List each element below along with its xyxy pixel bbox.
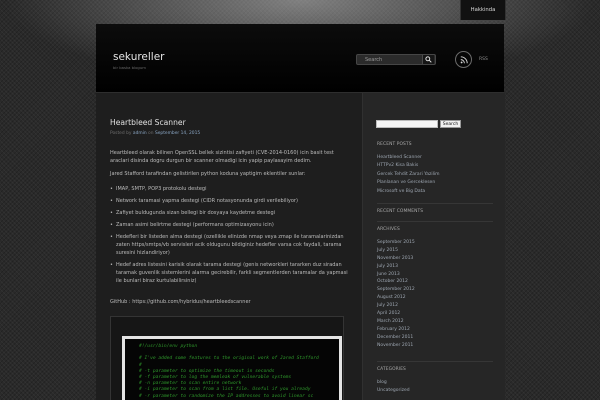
category-link[interactable]: Uncategorized [377,387,495,395]
site-header: sekureller bir baska blogum RSS [96,24,504,93]
nav-item-about-label: Hakkinda [470,7,496,13]
header-search-box [356,54,436,65]
archive-link[interactable]: August 2012 [377,294,495,302]
header-search-button[interactable] [422,55,434,64]
divider [377,203,493,204]
archive-link[interactable]: July 2015 [377,247,495,255]
code-block: #!/usr/bin/env python ​ # I've added som… [125,339,339,400]
categories-heading: CATEGORIES [377,367,406,372]
archive-link[interactable]: June 2013 [377,271,495,279]
archive-link[interactable]: April 2012 [377,310,495,318]
post-intro-2: Jared Stafford tarafindan gelistirilen p… [110,171,306,177]
post-date-link[interactable]: September 14, 2015 [155,131,200,136]
nav-item-about[interactable]: Hakkinda [460,0,506,20]
list-item: IMAP, SMTP, POP3 protokolu destegi [110,185,350,193]
site-title[interactable]: sekureller [113,51,165,63]
archive-link[interactable]: December 2011 [377,334,495,342]
sidebar-search-button[interactable]: Search [440,120,461,128]
list-item: Hedefleri bir listeden alma destegi (oze… [110,233,350,257]
archive-link[interactable]: July 2013 [377,263,495,271]
archive-link[interactable]: October 2012 [377,278,495,286]
divider [377,361,493,362]
post-intro: Heartbleed olarak bilinen OpenSSL bellek… [110,150,334,165]
code-line: # -r parameter to randomize the IP addre… [139,393,314,399]
post-author-link[interactable]: admin [133,131,147,136]
post-meta: Posted by admin on September 14, 2015 [110,131,200,136]
archive-link[interactable]: November 2013 [377,255,495,263]
categories-list: blog Uncategorized [377,379,495,396]
archives-list: September 2015 July 2015 November 2013 J… [377,239,495,349]
search-icon [425,56,432,63]
recent-posts-list: Heartbleed Scanner HTTPv2 Kisa Bakis Ger… [377,154,495,196]
github-link[interactable]: GitHub : https://github.com/hybridus/hea… [110,298,346,306]
archive-link[interactable]: September 2015 [377,239,495,247]
list-item: Zafiyet buldugunda sizan bellegi bir dos… [110,209,350,217]
recent-post-link[interactable]: Gercek Tehdit Zarari Yazilim [377,171,495,179]
post-meta-prefix: Posted by [110,131,132,136]
archive-link[interactable]: November 2011 [377,342,495,350]
rss-icon [460,55,468,63]
archive-link[interactable]: February 2012 [377,326,495,334]
list-item: Zaman asimi belirtme destegi (performans… [110,221,350,229]
divider [377,221,493,222]
archive-link[interactable]: September 2012 [377,286,495,294]
recent-post-link[interactable]: Heartbleed Scanner [377,154,495,162]
features-list: IMAP, SMTP, POP3 protokolu destegi Netwo… [110,185,350,289]
archive-link[interactable]: March 2012 [377,318,495,326]
header-search-input[interactable] [357,55,423,64]
post-title[interactable]: Heartbleed Scanner [110,118,186,127]
rss-button[interactable] [455,51,472,68]
recent-comments-heading: RECENT COMMENTS [377,209,424,214]
archive-link[interactable]: July 2012 [377,302,495,310]
rss-link[interactable]: RSS [479,57,488,62]
archives-heading: ARCHIVES [377,227,400,232]
post-meta-on: on [148,131,154,136]
site-description: bir baska blogum [113,65,146,70]
list-item: Hedef adres listesini karisik olarak tar… [110,261,350,285]
recent-post-link[interactable]: HTTPv2 Kisa Bakis [377,162,495,170]
recent-posts-heading: RECENT POSTS [377,142,412,147]
code-line: # I've added some features to the origin… [139,356,319,362]
list-item: Network taramasi yapma destegi (CIDR not… [110,197,350,205]
category-link[interactable]: blog [377,379,495,387]
code-screenshot: #!/usr/bin/env python ​ # I've added som… [122,336,342,400]
recent-post-link[interactable]: Planlanan ve Gerceklesen [377,179,495,187]
code-line: # -i parameter to scan from a list file.… [139,387,311,393]
recent-post-link[interactable]: Microsoft ve Big Data [377,188,495,196]
sidebar-search-input[interactable] [376,120,438,128]
